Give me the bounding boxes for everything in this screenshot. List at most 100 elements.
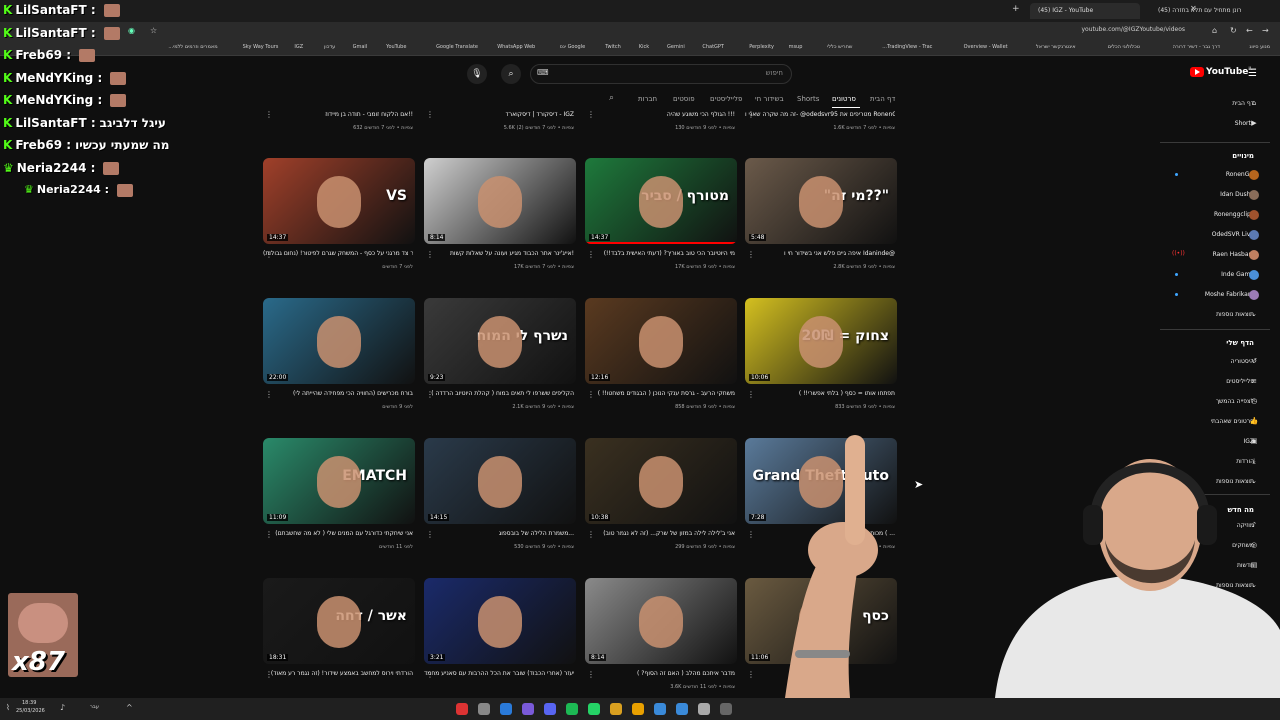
sidebar-item[interactable]: Moshe Fabrikant bbox=[1205, 291, 1254, 298]
subscriptions-heading[interactable]: מינויים bbox=[1232, 152, 1254, 160]
video-card[interactable]: מטורף / סביר 14:37 מי היוטיובר הכי טוב באו… bbox=[585, 158, 737, 293]
bookmark-item[interactable]: Gemini bbox=[667, 44, 685, 50]
bookmark-item[interactable]: Google ינס bbox=[560, 44, 586, 50]
bookmark-item[interactable]: YouTube bbox=[386, 44, 406, 50]
channel-avatar[interactable] bbox=[1249, 170, 1259, 180]
you-heading[interactable]: הדף שלי bbox=[1226, 339, 1254, 347]
sidebar-item[interactable]: Raen Hasbani bbox=[1213, 251, 1254, 258]
bookmark-item[interactable]: אינטרנקשר ישראל bbox=[1036, 44, 1076, 50]
video-card[interactable]: EMATCH 11:09 אני שיחקתי כדורגל עם המנים של… bbox=[263, 438, 415, 573]
video-menu-icon[interactable]: ⋮ bbox=[265, 530, 273, 539]
video-thumbnail[interactable]: 3:21 bbox=[424, 578, 576, 664]
video-card[interactable]: 12:16 משחקי הרעב - גרסת ענקי הנוכן ( הבגו… bbox=[585, 298, 737, 433]
bookmark-item[interactable]: Kick bbox=[639, 44, 649, 50]
video-title[interactable]: דיסקורד | דיסקוארד - IGZ bbox=[424, 111, 575, 119]
video-card[interactable]: 14:15 משמרת הלילה של בובספוג... 530 צפיות … bbox=[424, 438, 576, 573]
video-menu-icon[interactable]: ⋮ bbox=[265, 390, 273, 399]
window-controls-icon[interactable]: ✕ bbox=[1190, 4, 1197, 13]
spotify-icon[interactable] bbox=[566, 703, 578, 715]
bookmark-item[interactable]: ChatGPT bbox=[702, 44, 724, 50]
video-menu-icon[interactable]: ⋮ bbox=[265, 670, 273, 679]
bookmark-item[interactable]: Overview - Wallet bbox=[964, 44, 1008, 50]
channel-avatar[interactable] bbox=[1249, 270, 1259, 280]
search-input[interactable]: חיפוש ⌨ bbox=[530, 64, 792, 84]
bookmark-item[interactable]: עדכון bbox=[324, 44, 335, 50]
video-menu-icon[interactable]: ⋮ bbox=[426, 110, 434, 119]
video-thumbnail[interactable]: מטורף / סביר 14:37 bbox=[585, 158, 737, 244]
folder-icon[interactable] bbox=[632, 703, 644, 715]
tab-channel-3[interactable]: בשידור חי bbox=[755, 95, 784, 103]
tab-youtube-igz[interactable]: (45) IGZ - YouTube bbox=[1030, 3, 1140, 19]
video-menu-icon[interactable]: ⋮ bbox=[747, 250, 755, 259]
youtube-logo[interactable]: YouTubeIL bbox=[1190, 66, 1252, 77]
video-menu-icon[interactable]: ⋮ bbox=[587, 530, 595, 539]
bookmark-item[interactable]: Gmail bbox=[353, 44, 368, 50]
home-icon[interactable]: ⌂ bbox=[1212, 26, 1217, 35]
chrome-icon[interactable] bbox=[610, 703, 622, 715]
video-thumbnail[interactable]: צחוק = 20₪10:06 bbox=[745, 298, 897, 384]
sidebar-item[interactable]: סרטונים שאהבתי bbox=[1211, 418, 1254, 425]
bookmark-item[interactable]: Twitch bbox=[605, 44, 621, 50]
video-menu-icon[interactable]: ⋮ bbox=[747, 390, 755, 399]
bookmark-item[interactable]: דרך גבר - דשיר דרורה bbox=[1173, 44, 1220, 50]
bookmark-item[interactable]: Perplexity bbox=[749, 44, 774, 50]
video-menu-icon[interactable]: ⋮ bbox=[265, 250, 273, 259]
bookmark-item[interactable]: IGZ bbox=[294, 44, 303, 50]
tab-channel-1[interactable]: סרטונים bbox=[832, 95, 856, 103]
tab-channel-5[interactable]: פוסטים bbox=[673, 95, 695, 103]
bookmark-item[interactable]: msup bbox=[789, 44, 803, 50]
channel-avatar[interactable] bbox=[1249, 210, 1259, 220]
bookmark-item[interactable]: TradingView - Trac... bbox=[882, 44, 932, 50]
app-icon[interactable] bbox=[500, 703, 512, 715]
video-menu-icon[interactable]: ⋮ bbox=[587, 250, 595, 259]
new-tab-icon[interactable]: + bbox=[1012, 4, 1020, 14]
video-card[interactable]: VS 14:37 אייג'ינר צד מרגני על כסף - המשחק … bbox=[263, 158, 415, 293]
video-thumbnail[interactable]: 8:14 bbox=[585, 578, 737, 664]
video-menu-icon[interactable]: ⋮ bbox=[587, 390, 595, 399]
video-title[interactable]: בורח מכרישים (החוויה הכי מפחידה שהיייתה … bbox=[263, 390, 413, 398]
video-menu-icon[interactable]: ⋮ bbox=[747, 110, 755, 119]
video-title[interactable]: אני ב'לילה לילה במזון של שרק... (זה לא נ… bbox=[585, 530, 735, 538]
back-icon[interactable]: → bbox=[1262, 26, 1269, 35]
video-menu-icon[interactable]: ⋮ bbox=[426, 390, 434, 399]
app-icon[interactable] bbox=[720, 703, 732, 715]
language-indicator[interactable]: עבר bbox=[90, 704, 99, 710]
video-menu-icon[interactable]: ⋮ bbox=[587, 670, 595, 679]
video-thumbnail[interactable]: VS 14:37 bbox=[263, 158, 415, 244]
video-thumbnail[interactable]: אשר / דחה 18:31 bbox=[263, 578, 415, 664]
tab-channel-2[interactable]: Shorts bbox=[797, 95, 819, 103]
video-thumbnail[interactable]: 10:38 bbox=[585, 438, 737, 524]
bookmark-item[interactable]: WhatsApp Web bbox=[497, 44, 535, 50]
tab-channel-0[interactable]: דף הבית bbox=[870, 95, 895, 103]
video-thumbnail[interactable]: "מי זה??"5:48 bbox=[745, 158, 897, 244]
video-thumbnail[interactable]: 8:14 bbox=[424, 158, 576, 244]
video-title[interactable]: הקליפים ששרפו לי תאים במוח ( קהלת היוטיו… bbox=[424, 390, 574, 398]
volume-icon[interactable]: ♪ bbox=[60, 703, 65, 712]
video-title[interactable]: משמרת הלילה של בובספוג... bbox=[424, 530, 574, 538]
bookmark-item[interactable]: מנוע סיווג bbox=[1249, 44, 1270, 50]
video-title[interactable]: אייג'ינר צד מרגני על כסף - המשחק שגרם לפ… bbox=[263, 250, 413, 258]
tray-expand-icon[interactable]: ^ bbox=[126, 703, 133, 712]
tab-channel-4[interactable]: פלייליסטים bbox=[710, 95, 742, 103]
tab-other[interactable]: (45) רונן מתחיל עם תלא בחזרה bbox=[1150, 3, 1250, 19]
video-card[interactable]: נשרף לי המוח 9:23 הקליפים ששרפו לי תאים במ… bbox=[424, 298, 576, 433]
sidebar-item[interactable]: Ronenggclips bbox=[1214, 211, 1254, 218]
bookmark-item[interactable]: Sky Way Tours bbox=[243, 44, 279, 50]
bookmark-item[interactable]: Google Translate bbox=[436, 44, 478, 50]
url-field[interactable]: youtube.com/@IGZYoutube/videos bbox=[1082, 26, 1186, 33]
video-title[interactable]: יאיר אליעזר (אחרי הכבוד) שובר את הכל ההר… bbox=[424, 670, 574, 678]
video-title[interactable]: הורדתי וירוס למחשב באמצע שידור! (זה נגמר… bbox=[263, 670, 413, 678]
bookmark-star-icon[interactable]: ☆ bbox=[150, 26, 157, 35]
video-thumbnail[interactable]: 12:16 bbox=[585, 298, 737, 384]
wifi-icon[interactable]: ⌇ bbox=[6, 703, 10, 712]
video-thumbnail[interactable]: EMATCH 11:09 bbox=[263, 438, 415, 524]
video-title[interactable]: אני שיחקתי כדורגל עם המנים שלי ( לא מה ש… bbox=[263, 530, 413, 538]
app-icon[interactable] bbox=[698, 703, 710, 715]
app-icon[interactable] bbox=[654, 703, 666, 715]
bookmark-item[interactable]: טכלולוגי הכלים bbox=[1108, 44, 1140, 50]
keyboard-icon[interactable]: ⌨ bbox=[537, 68, 549, 77]
channel-avatar[interactable] bbox=[1249, 190, 1259, 200]
channel-avatar[interactable] bbox=[1249, 230, 1259, 240]
extension-icon[interactable]: ◉ bbox=[128, 26, 135, 35]
video-title[interactable]: זה מה שקרה שאני ו- @odedsvr95 מטריפים את… bbox=[745, 111, 895, 119]
